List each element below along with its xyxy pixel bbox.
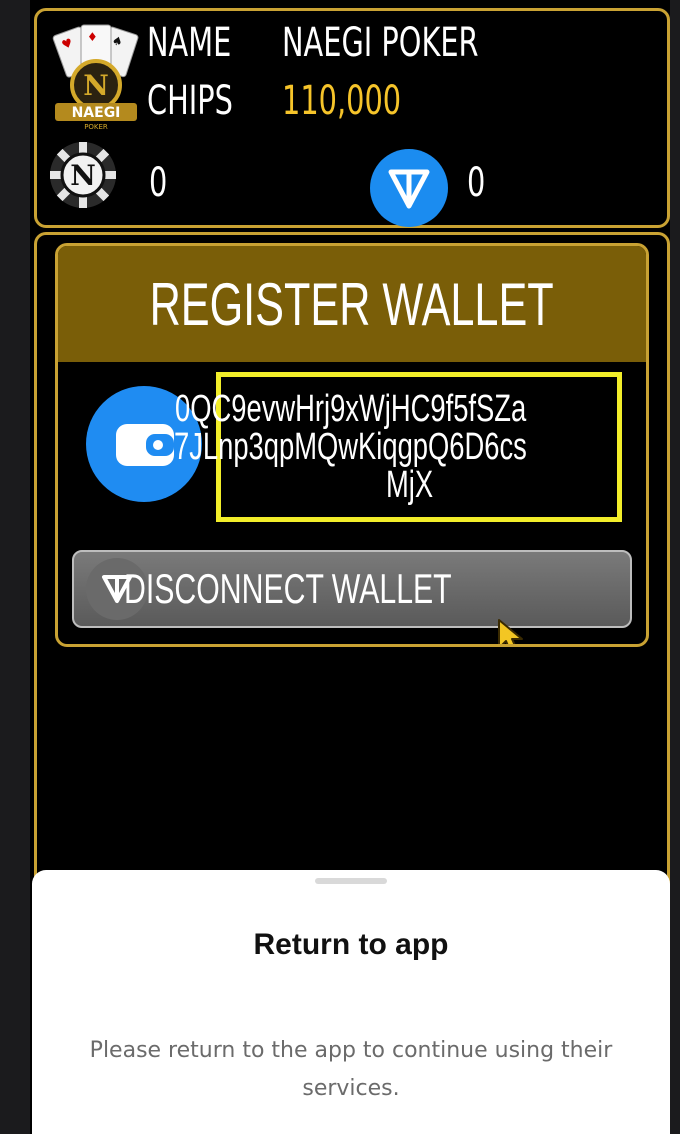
- n-chip-icon: N: [50, 142, 116, 208]
- profile-panel: ♥ ♠ ♦ N NAEGI POKER NAME NAEGI POKER CHI…: [34, 8, 670, 228]
- sheet-message: Please return to the app to continue usi…: [89, 1038, 613, 1101]
- wallet-address-box[interactable]: 0QC9evwHrj9xWjHC9f5fSZa 7JLnp3qpMQwKiqgp…: [174, 372, 622, 522]
- register-wallet-title: REGISTER WALLET: [58, 246, 646, 362]
- wallet-panel: REGISTER WALLET 0QC9evwHrj9xWjHC9f5fSZa …: [34, 232, 670, 892]
- wallet-address-line-3: MjX: [386, 464, 434, 506]
- naegi-poker-logo-icon: ♥ ♠ ♦ N NAEGI POKER: [52, 24, 139, 131]
- logo-text: NAEGI: [72, 105, 121, 121]
- chip-letter: N: [70, 159, 96, 192]
- svg-text:♦: ♦: [87, 30, 98, 44]
- sheet-drag-handle[interactable]: [315, 878, 387, 884]
- sheet-title: Return to app: [253, 928, 449, 961]
- disconnect-wallet-label-wrap: DISCONNECT WALLET: [74, 552, 630, 626]
- svg-text:N: N: [83, 69, 109, 102]
- wallet-address-line-1: 0QC9evwHrj9xWjHC9f5fSZa: [175, 388, 527, 430]
- disconnect-wallet-label: DISCONNECT WALLET: [124, 565, 453, 612]
- disconnect-wallet-button[interactable]: DISCONNECT WALLET: [72, 550, 632, 628]
- chips-value: 110,000: [282, 78, 402, 124]
- cursor-icon: [498, 619, 523, 644]
- ton-balance: 0: [467, 160, 486, 206]
- register-wallet-card: REGISTER WALLET 0QC9evwHrj9xWjHC9f5fSZa …: [55, 243, 649, 647]
- n-token-balance: 0: [149, 160, 168, 206]
- name-value: NAEGI POKER: [282, 20, 479, 66]
- return-to-app-sheet: Return to app Please return to the app t…: [32, 870, 670, 1134]
- wallet-address-line-2: 7JLnp3qpMQwKiqgpQ6D6cs: [173, 426, 527, 468]
- ton-icon: [370, 149, 448, 227]
- register-wallet-title-text: REGISTER WALLET: [149, 270, 555, 338]
- chips-label: CHIPS: [147, 78, 233, 124]
- svg-text:POKER: POKER: [84, 123, 108, 131]
- name-label: NAME: [147, 20, 232, 66]
